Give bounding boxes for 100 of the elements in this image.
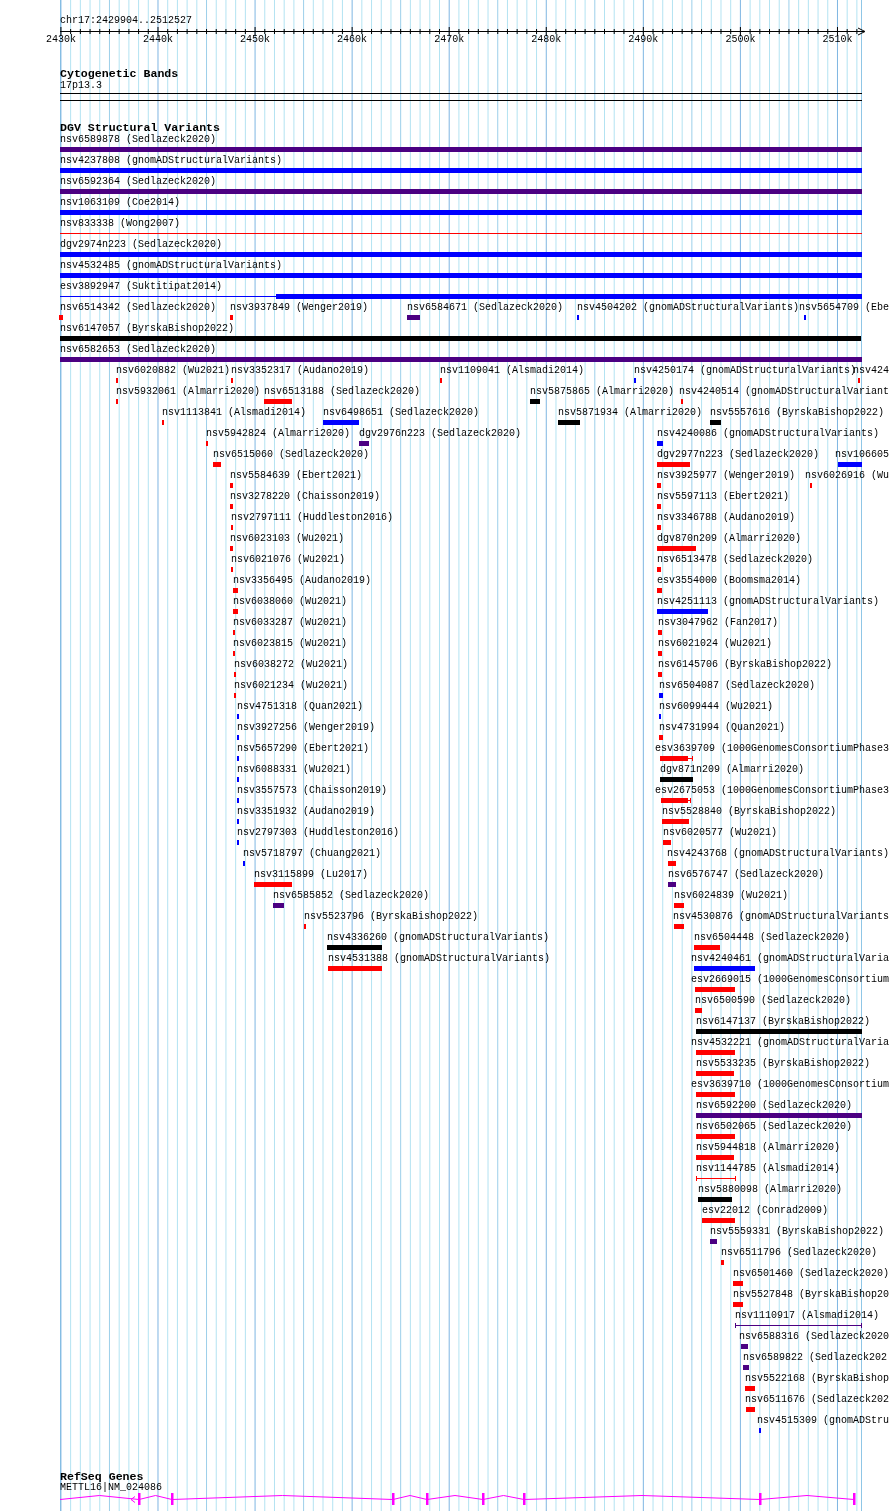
variant-label: nsv5522168 (ByrskaBishop <box>745 1373 890 1385</box>
variant-label: nsv3047962 (Fan2017) <box>658 617 779 629</box>
variant-label: nsv6592200 (Sedlazeck2020) <box>696 1100 853 1112</box>
variant-label: nsv6585852 (Sedlazeck2020) <box>273 890 430 902</box>
scale-tick-label: 2470k <box>434 34 465 46</box>
gene-label: METTL16|NM_024086 <box>60 1483 163 1493</box>
variant-label: nsv3352317 (Audano2019) <box>231 365 370 377</box>
variant-label: dgv871n209 (Almarri2020) <box>660 764 805 776</box>
variant-label: nsv6020577 (Wu2021) <box>663 827 778 839</box>
variant-label: nsv6582653 (Sedlazeck2020) <box>60 344 217 356</box>
location-label: chr17:2429904..2512527 <box>60 15 193 27</box>
variant-label: nsv5718797 (Chuang2021) <box>243 848 382 860</box>
variant-label: nsv5942824 (Almarri2020) <box>206 428 351 440</box>
variant-label: nsv5597113 (Ebert2021) <box>657 491 790 503</box>
variant-label: nsv5657290 (Ebert2021) <box>237 743 370 755</box>
scale-tick-label: 2500k <box>725 34 756 46</box>
track-title: DGV Structural Variants <box>60 122 221 134</box>
variant-label: esv2675053 (1000GenomesConsortiumPhase3 <box>655 785 890 797</box>
variant-label: nsv6147057 (ByrskaBishop2022) <box>60 323 235 335</box>
variant-label: nsv5654709 (Ebe <box>799 302 889 314</box>
band-label: 17p13.3 <box>60 80 102 92</box>
variant-label: nsv1109041 (Alsmadi2014) <box>440 365 585 377</box>
variant-label: nsv6513478 (Sedlazeck2020) <box>657 554 814 566</box>
variant-label: nsv424 <box>853 365 889 377</box>
variant-label: nsv6021024 (Wu2021) <box>658 638 773 650</box>
variant-label: nsv6147137 (ByrskaBishop2022) <box>696 1016 871 1028</box>
variant-label: nsv3115899 (Lu2017) <box>254 869 369 881</box>
variant-label: dgv2976n223 (Sedlazeck2020) <box>359 428 522 440</box>
variant-label: nsv4251113 (gnomADStructuralVariants) <box>657 596 880 608</box>
variant-label: dgv2974n223 (Sedlazeck2020) <box>60 239 223 251</box>
variant-label: nsv5559331 (ByrskaBishop2022) <box>710 1226 885 1238</box>
variant-label: nsv5944818 (Almarri2020) <box>696 1142 841 1154</box>
variant-label: nsv6026916 (Wu <box>805 470 889 482</box>
scale-tick-label: 2510k <box>822 34 853 46</box>
variant-label: esv3554000 (Boomsma2014) <box>657 575 802 587</box>
variant-label: nsv5527848 (ByrskaBishop20 <box>733 1289 890 1301</box>
variant-label: nsv6498651 (Sedlazeck2020) <box>323 407 480 419</box>
variant-label: nsv6504087 (Sedlazeck2020) <box>659 680 816 692</box>
variant-label: nsv4530876 (gnomADStructuralVariants <box>673 911 890 923</box>
variant-label: nsv1113841 (Alsmadi2014) <box>162 407 307 419</box>
variant-label: nsv4751318 (Quan2021) <box>237 701 364 713</box>
variant-label: nsv6584671 (Sedlazeck2020) <box>407 302 564 314</box>
variant-label: nsv6020882 (Wu2021) <box>116 365 231 377</box>
variant-label: nsv6501460 (Sedlazeck2020) <box>733 1268 890 1280</box>
track-title: Cytogenetic Bands <box>60 68 179 80</box>
variant-label: nsv3356495 (Audano2019) <box>233 575 372 587</box>
variant-label: nsv6500590 (Sedlazeck2020) <box>695 995 852 1007</box>
variant-label: nsv6023815 (Wu2021) <box>233 638 348 650</box>
variant-label: nsv5528840 (ByrskaBishop2022) <box>662 806 837 818</box>
variant-label: nsv2797111 (Huddleston2016) <box>231 512 394 524</box>
variant-label: nsv4237808 (gnomADStructuralVariants) <box>60 155 283 167</box>
scale-tick-label: 2480k <box>531 34 562 46</box>
variant-label: nsv5533235 (ByrskaBishop2022) <box>696 1058 871 1070</box>
variant-bar[interactable] <box>735 1323 862 1328</box>
variant-label: nsv6589822 (Sedlazeck202 <box>743 1352 888 1364</box>
variant-label: nsv1144785 (Alsmadi2014) <box>696 1163 841 1175</box>
variant-label: nsv1110917 (Alsmadi2014) <box>735 1310 880 1322</box>
variant-label: nsv4240514 (gnomADStructuralVariant <box>679 386 890 398</box>
variant-label: nsv3927256 (Wenger2019) <box>237 722 376 734</box>
variant-label: nsv5871934 (Almarri2020) <box>558 407 703 419</box>
variant-label: nsv6038060 (Wu2021) <box>233 596 348 608</box>
variant-label: nsv6515060 (Sedlazeck2020) <box>213 449 370 461</box>
variant-label: nsv5584639 (Ebert2021) <box>230 470 363 482</box>
variant-label: nsv5932061 (Almarri2020) <box>116 386 261 398</box>
variant-label: nsv4531388 (gnomADStructuralVariants) <box>328 953 551 965</box>
variant-label: nsv6024839 (Wu2021) <box>674 890 789 902</box>
variant-label: nsv4240461 (gnomADStructuralVaria <box>691 953 890 965</box>
variant-label: esv2669015 (1000GenomesConsortium <box>691 974 890 986</box>
variant-label: nsv6513188 (Sedlazeck2020) <box>264 386 421 398</box>
variant-label: nsv2797303 (Huddleston2016) <box>237 827 400 839</box>
variant-label: nsv3557573 (Chaisson2019) <box>237 785 388 797</box>
variant-label: nsv6504448 (Sedlazeck2020) <box>694 932 851 944</box>
variant-label: nsv6511676 (Sedlazeck202 <box>745 1394 890 1406</box>
variant-label: esv3892947 (Suktitipat2014) <box>60 281 223 293</box>
track-title: RefSeq Genes <box>60 1471 144 1483</box>
variant-label: dgv870n209 (Almarri2020) <box>657 533 802 545</box>
variant-label: nsv6021234 (Wu2021) <box>234 680 349 692</box>
variant-label: nsv4731994 (Quan2021) <box>659 722 786 734</box>
variant-label: nsv4515309 (gnomADStru <box>757 1415 890 1427</box>
variant-label: nsv3278220 (Chaisson2019) <box>230 491 381 503</box>
variant-label: nsv6145706 (ByrskaBishop2022) <box>658 659 833 671</box>
variant-label: nsv6088331 (Wu2021) <box>237 764 352 776</box>
variant-label: esv3639710 (1000GenomesConsortium <box>691 1079 890 1091</box>
variant-label: nsv6099444 (Wu2021) <box>659 701 774 713</box>
variant-bar[interactable] <box>60 294 862 299</box>
variant-label: nsv1063109 (Coe2014) <box>60 197 181 209</box>
variant-label: nsv4532221 (gnomADStructuralVaria <box>691 1037 890 1049</box>
variant-label: dgv2977n223 (Sedlazeck2020) <box>657 449 820 461</box>
variant-label: nsv6511796 (Sedlazeck2020) <box>721 1247 878 1259</box>
variant-label: nsv6589878 (Sedlazeck2020) <box>60 134 217 146</box>
variant-label: nsv5557616 (ByrskaBishop2022) <box>710 407 885 419</box>
variant-label: nsv4532485 (gnomADStructuralVariants) <box>60 260 283 272</box>
variant-label: nsv833338 (Wong2007) <box>60 218 181 230</box>
variant-label: nsv5523796 (ByrskaBishop2022) <box>304 911 479 923</box>
variant-label: nsv6576747 (Sedlazeck2020) <box>668 869 825 881</box>
scale-tick-label: 2450k <box>240 34 271 46</box>
scale-tick-label: 2440k <box>143 34 173 46</box>
variant-label: nsv4504202 (gnomADStructuralVariants) <box>577 302 800 314</box>
variant-label: nsv6033287 (Wu2021) <box>233 617 348 629</box>
variant-label: nsv3937849 (Wenger2019) <box>230 302 369 314</box>
